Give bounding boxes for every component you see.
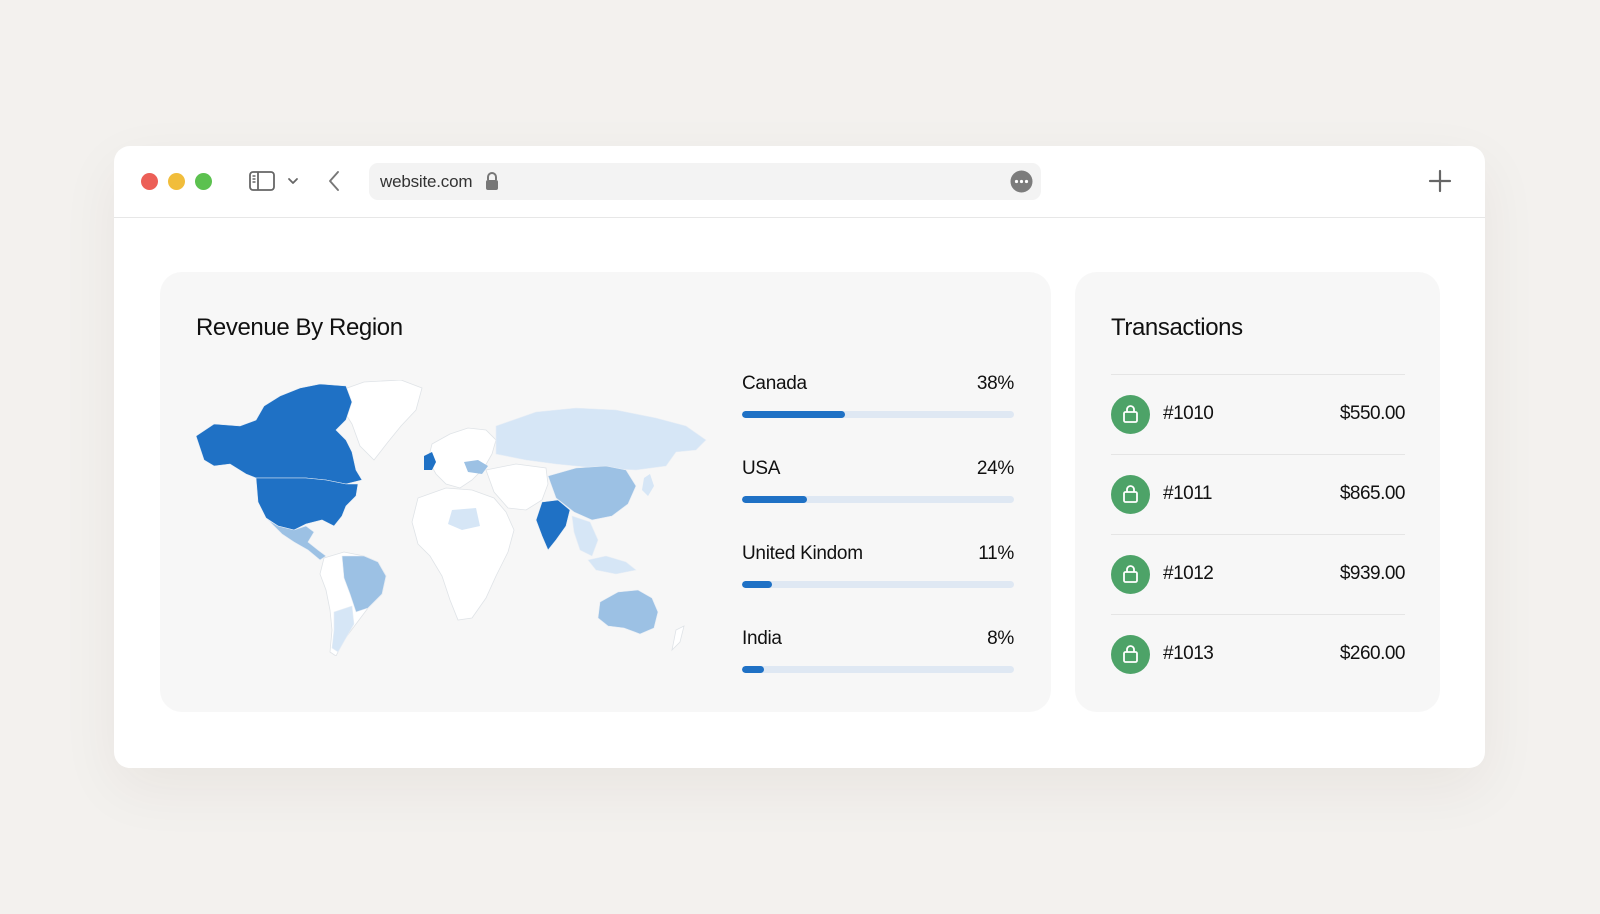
url-text: website.com (380, 172, 473, 191)
transaction-row[interactable]: #1012 $939.00 (1111, 534, 1406, 614)
plus-icon[interactable] (1427, 168, 1453, 194)
map-europe (427, 427, 497, 489)
revenue-card-title: Revenue By Region (196, 314, 403, 341)
region-progress-track (742, 581, 1014, 588)
transaction-row[interactable]: #1010 $550.00 (1111, 374, 1406, 454)
close-window-button[interactable] (141, 173, 158, 190)
map-india (535, 499, 571, 551)
shopping-bag-icon (1111, 395, 1150, 434)
browser-toolbar: website.com (114, 146, 1485, 218)
transaction-amount: $550.00 (1339, 403, 1406, 424)
region-progress-track (742, 496, 1014, 503)
map-argentina (331, 605, 355, 653)
region-progress-fill (742, 496, 808, 503)
transaction-row[interactable]: #1013 $260.00 (1111, 614, 1406, 694)
transactions-card: Transactions #1010 $550.00 #1011 $865.00 (1075, 272, 1440, 712)
transaction-id: #1011 (1163, 483, 1212, 504)
region-stat-india: India 8% (742, 628, 1014, 688)
region-percent: 11% (978, 543, 1014, 564)
region-percent: 8% (987, 628, 1014, 649)
region-percent: 38% (976, 373, 1014, 394)
revenue-by-region-card: Revenue By Region Canada 38% USA 24% Uni… (160, 272, 1051, 712)
region-progress-fill (742, 581, 772, 588)
region-name: Canada (742, 373, 807, 394)
region-name: USA (742, 458, 781, 479)
region-progress-track (742, 666, 1014, 673)
more-icon[interactable] (1010, 170, 1033, 193)
region-progress-fill (742, 411, 846, 418)
map-russia (495, 407, 707, 471)
transactions-list: #1010 $550.00 #1011 $865.00 #1012 $939.0… (1111, 374, 1406, 694)
region-stat-united-kingdom: United Kindom 11% (742, 543, 1014, 603)
map-canada (195, 383, 363, 485)
transaction-amount: $939.00 (1339, 563, 1406, 584)
maximize-window-button[interactable] (195, 173, 212, 190)
shopping-bag-icon (1111, 635, 1150, 674)
region-stat-canada: Canada 38% (742, 373, 1014, 433)
map-southeast-asia (571, 515, 599, 557)
region-percent: 24% (976, 458, 1014, 479)
region-progress-track (742, 411, 1014, 418)
map-japan (642, 474, 654, 496)
region-stat-usa: USA 24% (742, 458, 1014, 518)
region-progress-fill (742, 666, 764, 673)
browser-window: website.com Revenue By Region Canada 38%… (114, 146, 1485, 768)
transactions-card-title: Transactions (1111, 314, 1243, 341)
map-new-zealand (671, 625, 685, 652)
chevron-down-icon[interactable] (284, 166, 302, 196)
transaction-id: #1010 (1163, 403, 1214, 424)
map-australia (597, 589, 659, 635)
minimize-window-button[interactable] (168, 173, 185, 190)
transaction-amount: $260.00 (1339, 643, 1406, 664)
sidebar-icon[interactable] (248, 166, 276, 196)
shopping-bag-icon (1111, 475, 1150, 514)
shopping-bag-icon (1111, 555, 1150, 594)
lock-icon (484, 171, 500, 191)
transaction-amount: $865.00 (1339, 483, 1406, 504)
map-africa (411, 487, 515, 621)
map-indonesia (587, 555, 637, 575)
region-name: United Kindom (742, 543, 863, 564)
transaction-id: #1013 (1163, 643, 1214, 664)
transaction-row[interactable]: #1011 $865.00 (1111, 454, 1406, 534)
address-bar[interactable]: website.com (369, 163, 1041, 200)
world-map (195, 379, 716, 657)
back-arrow-icon[interactable] (324, 166, 346, 196)
region-name: India (742, 628, 782, 649)
transaction-id: #1012 (1163, 563, 1214, 584)
